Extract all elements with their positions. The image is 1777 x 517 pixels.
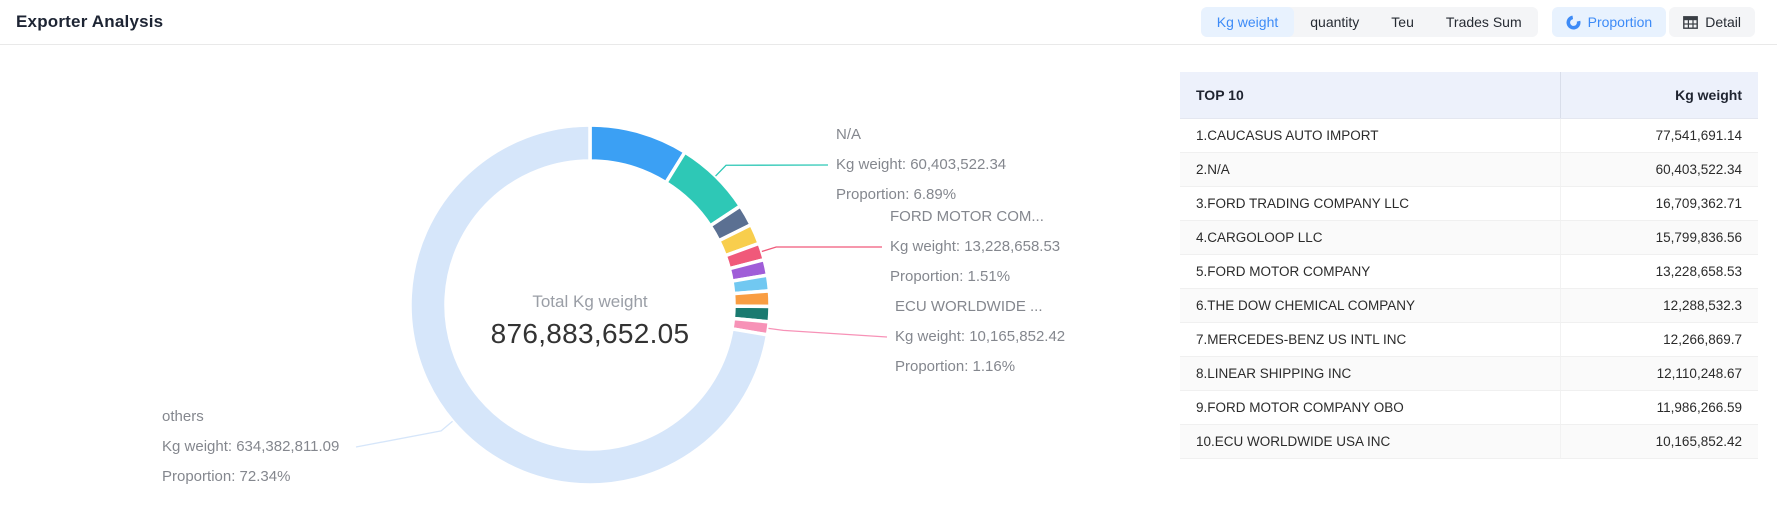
table-row: 9.FORD MOTOR COMPANY OBO11,986,266.59	[1180, 390, 1758, 424]
top10-table-card: TOP 10 Kg weight 1.CAUCASUS AUTO IMPORT7…	[1180, 72, 1758, 459]
table-cell-kgweight: 15,799,836.56	[1560, 220, 1758, 254]
metric-tab-group: Kg weight quantity Teu Trades Sum	[1201, 7, 1538, 37]
view-tab-group: Proportion Detail	[1552, 7, 1755, 37]
tab-kg-weight[interactable]: Kg weight	[1201, 7, 1294, 37]
table-header-kgweight: Kg weight	[1560, 72, 1758, 118]
table-row: 5.FORD MOTOR COMPANY13,228,658.53	[1180, 254, 1758, 288]
table-row: 10.ECU WORLDWIDE USA INC10,165,852.42	[1180, 424, 1758, 458]
table-cell-kgweight: 10,165,852.42	[1560, 424, 1758, 458]
pie-label-ford-motor: FORD MOTOR COM... Kg weight: 13,228,658.…	[890, 202, 1060, 292]
table-cell-exporter: 4.CARGOLOOP LLC	[1180, 220, 1560, 254]
table-row: 4.CARGOLOOP LLC15,799,836.56	[1180, 220, 1758, 254]
pie-label-name: ECU WORLDWIDE ...	[895, 292, 1065, 322]
pie-label-leader-line	[356, 421, 453, 447]
view-detail-button[interactable]: Detail	[1669, 7, 1755, 37]
table-cell-exporter: 1.CAUCASUS AUTO IMPORT	[1180, 118, 1560, 152]
tab-trades-sum[interactable]: Trades Sum	[1430, 7, 1538, 37]
view-proportion-button[interactable]: Proportion	[1552, 7, 1667, 37]
table-cell-exporter: 5.FORD MOTOR COMPANY	[1180, 254, 1560, 288]
pie-label-name: FORD MOTOR COM...	[890, 202, 1060, 232]
table-row: 8.LINEAR SHIPPING INC12,110,248.67	[1180, 356, 1758, 390]
table-row: 7.MERCEDES-BENZ US INTL INC12,266,869.7	[1180, 322, 1758, 356]
donut-center-text: Total Kg weight 876,883,652.05	[430, 289, 750, 353]
donut-center-total: 876,883,652.05	[430, 315, 750, 353]
pie-label-others: others Kg weight: 634,382,811.09 Proport…	[162, 402, 339, 492]
page-header: Exporter Analysis Kg weight quantity Teu…	[0, 0, 1777, 45]
view-proportion-label: Proportion	[1588, 14, 1653, 30]
table-cell-exporter: 2.N/A	[1180, 152, 1560, 186]
page-title: Exporter Analysis	[16, 12, 163, 32]
table-row: 2.N/A60,403,522.34	[1180, 152, 1758, 186]
header-tabs: Kg weight quantity Teu Trades Sum Propor…	[1201, 7, 1755, 37]
table-cell-exporter: 8.LINEAR SHIPPING INC	[1180, 356, 1560, 390]
tab-quantity[interactable]: quantity	[1294, 7, 1375, 37]
table-cell-kgweight: 60,403,522.34	[1560, 152, 1758, 186]
pie-label-leader-line	[768, 328, 887, 337]
table-row: 6.THE DOW CHEMICAL COMPANY12,288,532.3	[1180, 288, 1758, 322]
main-content: Total Kg weight 876,883,652.05 N/A Kg we…	[0, 45, 1777, 517]
view-detail-label: Detail	[1705, 14, 1741, 30]
table-cell-kgweight: 12,288,532.3	[1560, 288, 1758, 322]
table-header-row: TOP 10 Kg weight	[1180, 72, 1758, 118]
pie-label-kg: Kg weight: 13,228,658.53	[890, 232, 1060, 262]
table-cell-kgweight: 12,110,248.67	[1560, 356, 1758, 390]
table-cell-exporter: 10.ECU WORLDWIDE USA INC	[1180, 424, 1560, 458]
donut-chart-icon	[1566, 15, 1581, 30]
pie-label-leader-line	[716, 165, 828, 176]
pie-label-na: N/A Kg weight: 60,403,522.34 Proportion:…	[836, 120, 1006, 210]
table-cell-kgweight: 12,266,869.7	[1560, 322, 1758, 356]
pie-label-ecu-worldwide: ECU WORLDWIDE ... Kg weight: 10,165,852.…	[895, 292, 1065, 382]
table-cell-kgweight: 13,228,658.53	[1560, 254, 1758, 288]
table-cell-exporter: 7.MERCEDES-BENZ US INTL INC	[1180, 322, 1560, 356]
table-cell-exporter: 6.THE DOW CHEMICAL COMPANY	[1180, 288, 1560, 322]
table-cell-kgweight: 77,541,691.14	[1560, 118, 1758, 152]
table-cell-kgweight: 16,709,362.71	[1560, 186, 1758, 220]
pie-label-kg: Kg weight: 10,165,852.42	[895, 322, 1065, 352]
top10-table: TOP 10 Kg weight 1.CAUCASUS AUTO IMPORT7…	[1180, 72, 1758, 459]
pie-label-leader-line	[762, 247, 882, 251]
pie-label-prop: Proportion: 1.16%	[895, 352, 1065, 382]
pie-label-kg: Kg weight: 60,403,522.34	[836, 150, 1006, 180]
pie-label-prop: Proportion: 72.34%	[162, 462, 339, 492]
pie-label-name: N/A	[836, 120, 1006, 150]
table-row: 3.FORD TRADING COMPANY LLC16,709,362.71	[1180, 186, 1758, 220]
tab-teu[interactable]: Teu	[1375, 7, 1430, 37]
table-header-top10: TOP 10	[1180, 72, 1560, 118]
table-cell-exporter: 3.FORD TRADING COMPANY LLC	[1180, 186, 1560, 220]
pie-label-kg: Kg weight: 634,382,811.09	[162, 432, 339, 462]
table-cell-kgweight: 11,986,266.59	[1560, 390, 1758, 424]
table-cell-exporter: 9.FORD MOTOR COMPANY OBO	[1180, 390, 1560, 424]
table-grid-icon	[1683, 16, 1698, 29]
table-row: 1.CAUCASUS AUTO IMPORT77,541,691.14	[1180, 118, 1758, 152]
pie-label-prop: Proportion: 1.51%	[890, 262, 1060, 292]
donut-center-title: Total Kg weight	[430, 289, 750, 315]
pie-label-name: others	[162, 402, 339, 432]
